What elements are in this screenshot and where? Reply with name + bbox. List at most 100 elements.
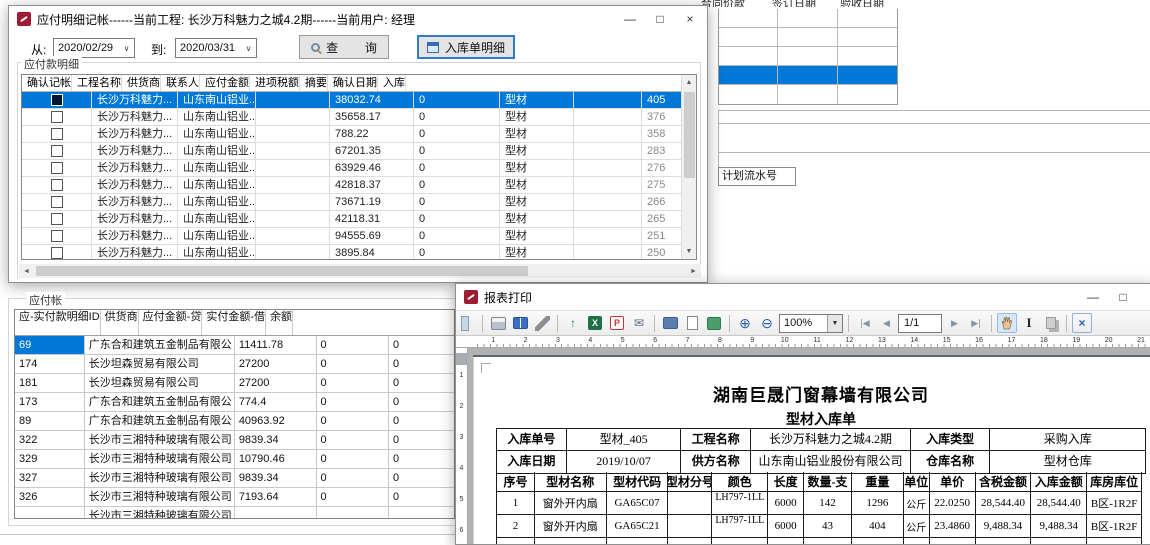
cell-id[interactable]: 173	[15, 393, 85, 411]
cell-contact[interactable]	[256, 92, 330, 108]
cell-amount[interactable]: 35658.17	[330, 109, 414, 125]
cell-contact[interactable]	[256, 126, 330, 142]
scroll-right-icon[interactable]: ►	[686, 268, 701, 275]
table-row[interactable]: 长沙万科魅力... 山东南山铝业... 67201.35 0 型材 283	[22, 143, 696, 160]
plan-serial-field[interactable]: 计划流水号	[718, 167, 796, 186]
column-header[interactable]: 进项税额	[250, 75, 300, 91]
table-row[interactable]	[719, 47, 897, 66]
cell-balance[interactable]: 0	[389, 450, 454, 468]
table-row[interactable]: 89 广东合和建筑五金制品有限公司 40963.92 0 0	[15, 412, 454, 431]
column-header[interactable]: 工程名称	[72, 75, 122, 91]
confirm-cell[interactable]	[22, 211, 92, 227]
cell-credit[interactable]: 7193.64	[235, 488, 317, 506]
column-header[interactable]: 确认记帐	[22, 75, 72, 91]
options-button[interactable]	[532, 313, 552, 333]
confirm-cell[interactable]	[22, 143, 92, 159]
query-button[interactable]: 查 询	[299, 35, 389, 59]
table-row[interactable]: 174 长沙坦森贸易有限公司 27200 0 0	[15, 355, 454, 374]
cell-summary[interactable]: 型材	[500, 211, 574, 227]
cell-amount[interactable]: 38032.74	[330, 92, 414, 108]
cell-inbound[interactable]: 376	[642, 109, 686, 125]
cell-amount[interactable]: 63929.46	[330, 160, 414, 176]
cell-summary[interactable]: 型材	[500, 109, 574, 125]
cell-inbound[interactable]: 405	[642, 92, 686, 108]
cell-tax[interactable]: 0	[414, 245, 500, 260]
cell-project[interactable]: 长沙万科魅力...	[92, 177, 178, 193]
window-titlebar[interactable]: 报表打印 — □ ×	[456, 284, 1150, 310]
page-layout-button[interactable]	[660, 313, 680, 333]
cell-tax[interactable]: 0	[414, 194, 500, 210]
cell-confirm-date[interactable]	[574, 143, 642, 159]
cell-summary[interactable]: 型材	[500, 245, 574, 260]
table-row[interactable]	[719, 85, 897, 104]
scrollbar-thumb[interactable]	[684, 92, 695, 178]
cell-supplier[interactable]: 广东合和建筑五金制品有限公司	[85, 393, 235, 411]
cell-id[interactable]: 326	[15, 488, 85, 506]
zoom-out-button[interactable]: ⊖	[757, 313, 777, 333]
cell-contact[interactable]	[256, 228, 330, 244]
cell-id[interactable]: 322	[15, 431, 85, 449]
cell-tax[interactable]: 0	[414, 160, 500, 176]
confirm-cell[interactable]	[22, 126, 92, 142]
cell-summary[interactable]: 型材	[500, 228, 574, 244]
cell-debit[interactable]: 0	[317, 412, 389, 430]
confirm-cell[interactable]	[22, 109, 92, 125]
cell-summary[interactable]: 型材	[500, 160, 574, 176]
prev-page-button[interactable]: ◀	[876, 313, 896, 333]
cell-id[interactable]	[15, 507, 85, 519]
cell-confirm-date[interactable]	[574, 228, 642, 244]
checkbox[interactable]	[51, 94, 63, 106]
export-pdf-button[interactable]: P	[607, 313, 627, 333]
table-row[interactable]: 长沙万科魅力... 山东南山铝业... 42118.31 0 型材 265	[22, 211, 696, 228]
checkbox[interactable]	[51, 128, 63, 140]
cell-debit[interactable]	[317, 507, 389, 519]
from-date-combo[interactable]: 2020/02/29 ∨	[53, 38, 135, 58]
cell-credit[interactable]: 40963.92	[235, 412, 317, 430]
scroll-up-icon[interactable]: ▲	[682, 75, 696, 90]
cell-project[interactable]: 长沙万科魅力...	[92, 143, 178, 159]
cell-supplier[interactable]: 广东合和建筑五金制品有限公司	[85, 336, 235, 354]
scroll-left-icon[interactable]: ◄	[19, 268, 34, 275]
close-button[interactable]: ×	[675, 6, 705, 32]
cell-summary[interactable]: 型材	[500, 92, 574, 108]
checkbox[interactable]	[51, 111, 63, 123]
cell-debit[interactable]: 0	[317, 336, 389, 354]
cell-supplier[interactable]: 长沙市三湘特种玻璃有限公司	[85, 431, 235, 449]
table-row[interactable]: 长沙万科魅力... 山东南山铝业... 94555.69 0 型材 251	[22, 228, 696, 245]
table-row[interactable]: 长沙万科魅力... 山东南山铝业... 3895.84 0 型材 250	[22, 245, 696, 260]
maximize-button[interactable]: □	[645, 6, 675, 32]
cell-project[interactable]: 长沙万科魅力...	[92, 194, 178, 210]
cell-supplier[interactable]: 长沙市三湘特种玻璃有限公司	[85, 507, 235, 519]
cell-balance[interactable]: 0	[389, 336, 454, 354]
cell-debit[interactable]: 0	[317, 450, 389, 468]
confirm-cell[interactable]	[22, 160, 92, 176]
cell-debit[interactable]: 0	[317, 374, 389, 392]
cell-amount[interactable]: 73671.19	[330, 194, 414, 210]
minimize-button[interactable]: —	[1078, 284, 1108, 310]
cell-credit[interactable]: 27200	[235, 374, 317, 392]
cell-balance[interactable]: 0	[389, 374, 454, 392]
export-excel-button[interactable]: X	[585, 313, 605, 333]
cell-id[interactable]: 327	[15, 469, 85, 487]
cell-summary[interactable]: 型材	[500, 177, 574, 193]
table-row[interactable]: 173 广东合和建筑五金制品有限公司 774.4 0 0	[15, 393, 454, 412]
cell-tax[interactable]: 0	[414, 109, 500, 125]
column-header[interactable]: 实付金额-借	[202, 310, 266, 335]
cell-supplier[interactable]: 山东南山铝业...	[178, 109, 256, 125]
cell-debit[interactable]: 0	[317, 355, 389, 373]
table-row[interactable]: 长沙万科魅力... 山东南山铝业... 35658.17 0 型材 376	[22, 109, 696, 126]
cell-id[interactable]: 329	[15, 450, 85, 468]
table-row[interactable]: 长沙市三湘特种玻璃有限公司	[15, 507, 454, 519]
table-row[interactable]: 长沙万科魅力... 山东南山铝业... 73671.19 0 型材 266	[22, 194, 696, 211]
cell-supplier[interactable]: 山东南山铝业...	[178, 194, 256, 210]
table-row[interactable]: 326 长沙市三湘特种玻璃有限公司 7193.64 0 0	[15, 488, 454, 507]
cell-supplier[interactable]: 长沙市三湘特种玻璃有限公司	[85, 488, 235, 506]
scroll-down-icon[interactable]: ▼	[682, 244, 696, 259]
hand-tool-button[interactable]	[997, 313, 1017, 333]
cell-contact[interactable]	[256, 194, 330, 210]
vertical-scrollbar[interactable]: ▲ ▼	[681, 75, 696, 259]
cell-amount[interactable]: 67201.35	[330, 143, 414, 159]
cell-credit[interactable]: 27200	[235, 355, 317, 373]
cell-amount[interactable]: 42818.37	[330, 177, 414, 193]
cell-contact[interactable]	[256, 177, 330, 193]
